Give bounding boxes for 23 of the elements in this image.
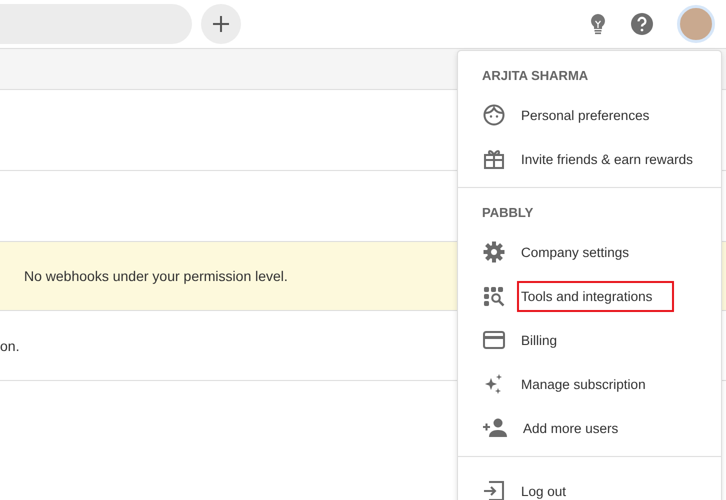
logout-icon <box>483 480 505 500</box>
notice-text: No webhooks under your permission level. <box>24 268 288 284</box>
menu-item[interactable]: Company settings <box>517 236 634 268</box>
add-user-icon <box>483 417 507 439</box>
menu-item[interactable]: Add more users <box>519 412 622 444</box>
menu-item[interactable]: Log out <box>517 476 570 500</box>
credit-card-icon <box>483 329 505 351</box>
tools-icon <box>483 285 505 307</box>
plus-icon <box>212 15 230 33</box>
gift-icon <box>483 148 505 170</box>
menu-item[interactable]: Billing <box>517 324 562 356</box>
section-title: ARJITA SHARMA <box>481 67 590 85</box>
menu-item[interactable]: Tools and integrations <box>517 280 674 312</box>
menu-item[interactable]: Invite friends & earn rewards <box>517 144 697 174</box>
menu-item[interactable]: Manage subscription <box>517 368 650 400</box>
section-title: PABBLY <box>481 204 534 222</box>
face-icon <box>483 104 505 126</box>
row-text: on. <box>0 338 20 354</box>
menu-item[interactable]: Personal preferences <box>517 100 654 130</box>
lightbulb-icon[interactable] <box>590 13 606 35</box>
gear-icon <box>483 241 505 263</box>
add-button[interactable] <box>201 4 241 44</box>
help-icon[interactable] <box>631 13 653 35</box>
